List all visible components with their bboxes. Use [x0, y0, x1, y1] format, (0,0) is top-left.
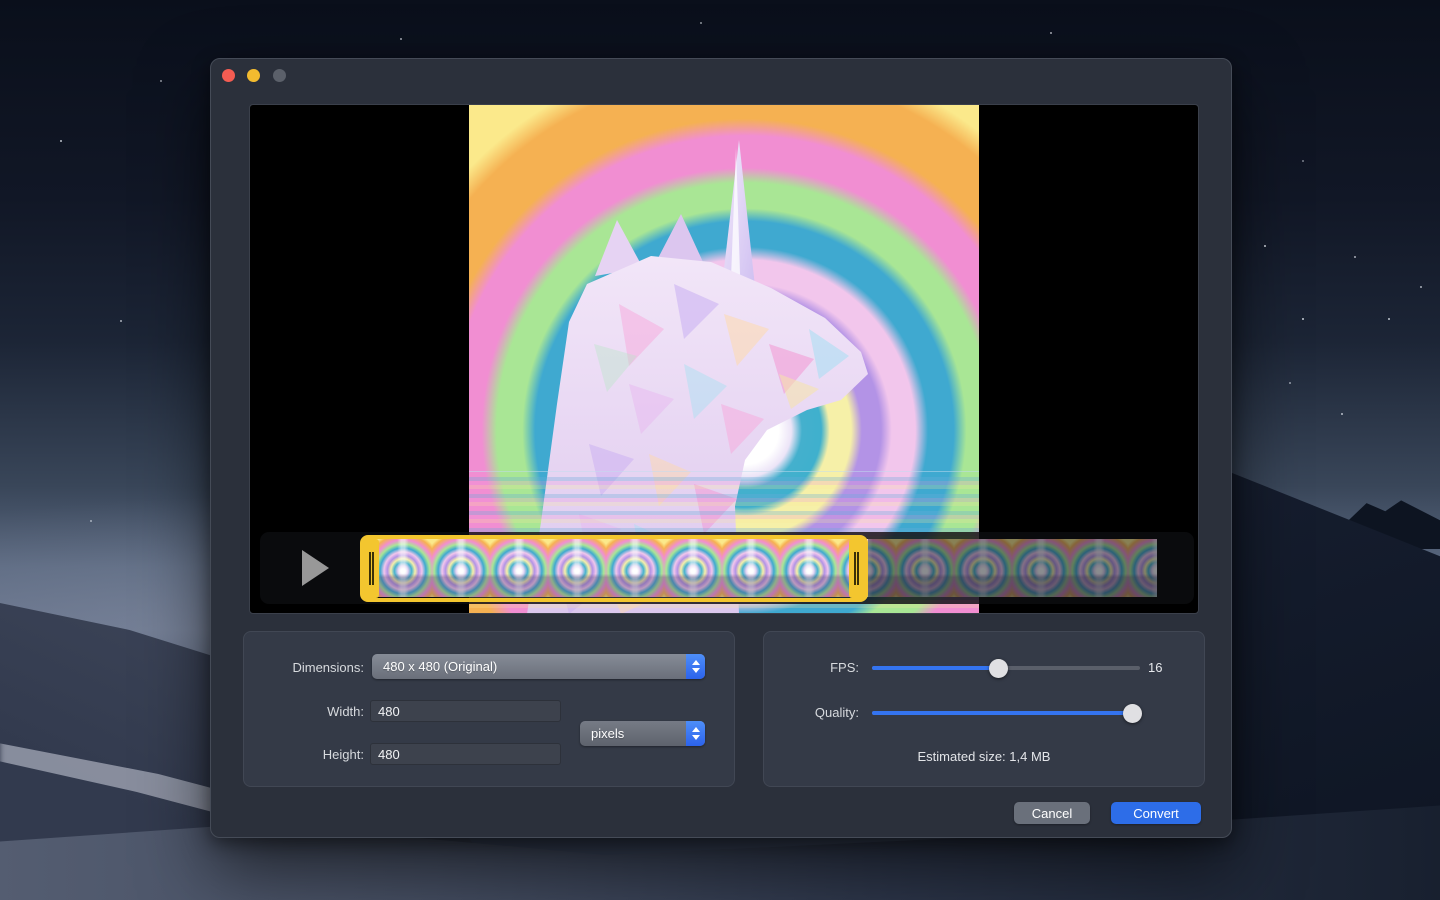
star — [1289, 382, 1291, 384]
video-preview-area — [249, 104, 1199, 614]
quality-label: Quality: — [789, 705, 859, 720]
dimensions-popup[interactable]: 480 x 480 (Original) — [372, 654, 705, 679]
unit-popup-value: pixels — [580, 726, 686, 741]
star — [60, 140, 62, 142]
star — [1354, 256, 1356, 258]
unit-popup[interactable]: pixels — [580, 721, 705, 746]
close-window-button[interactable] — [222, 69, 235, 82]
star — [90, 520, 92, 522]
height-label: Height: — [260, 747, 364, 762]
chevron-down-icon — [692, 668, 700, 673]
star — [1302, 318, 1304, 320]
height-input[interactable] — [370, 743, 561, 765]
quality-slider-knob[interactable] — [1123, 704, 1142, 723]
width-label: Width: — [260, 704, 364, 719]
trim-handle-right[interactable] — [849, 539, 864, 598]
fps-slider-knob[interactable] — [989, 659, 1008, 678]
filmstrip-unselected-overlay — [868, 539, 1157, 597]
trim-grip-icon — [369, 552, 374, 585]
minimize-window-button[interactable] — [247, 69, 260, 82]
chevron-up-icon — [692, 727, 700, 732]
output-panel: FPS: 16 Quality: Estimated size: 1,4 MB — [763, 631, 1205, 787]
dimensions-panel: Dimensions: 480 x 480 (Original) Width: … — [243, 631, 735, 787]
star — [1341, 413, 1343, 415]
fps-slider-fill — [872, 666, 998, 670]
star — [1420, 286, 1422, 288]
cancel-button[interactable]: Cancel — [1014, 802, 1090, 824]
popup-stepper-icon — [686, 654, 705, 679]
dimensions-label: Dimensions: — [260, 660, 364, 675]
star — [1388, 318, 1390, 320]
chevron-down-icon — [692, 735, 700, 740]
estimated-size-text: Estimated size: 1,4 MB — [764, 749, 1204, 764]
star — [120, 320, 122, 322]
zoom-window-button-disabled — [273, 69, 286, 82]
quality-slider-fill — [872, 711, 1132, 715]
star — [700, 22, 702, 24]
quality-slider[interactable] — [872, 703, 1140, 723]
popup-stepper-icon — [686, 721, 705, 746]
convert-button[interactable]: Convert — [1111, 802, 1201, 824]
gif-converter-window: Dimensions: 480 x 480 (Original) Width: … — [210, 58, 1232, 838]
trim-handle-left[interactable] — [364, 539, 379, 598]
trim-grip-icon — [854, 552, 859, 585]
fps-slider[interactable] — [872, 658, 1140, 678]
star — [400, 38, 402, 40]
star — [1264, 245, 1266, 247]
star — [160, 80, 162, 82]
dimensions-popup-value: 480 x 480 (Original) — [372, 659, 686, 674]
fps-label: FPS: — [789, 660, 859, 675]
play-icon — [302, 550, 329, 586]
star — [1302, 160, 1304, 162]
timeline-bar — [260, 532, 1194, 604]
trim-selection[interactable] — [360, 535, 868, 602]
width-input[interactable] — [370, 700, 561, 722]
play-button[interactable] — [260, 532, 367, 604]
fps-value: 16 — [1148, 660, 1194, 675]
chevron-up-icon — [692, 660, 700, 665]
star — [1050, 32, 1052, 34]
titlebar[interactable] — [211, 59, 1231, 89]
